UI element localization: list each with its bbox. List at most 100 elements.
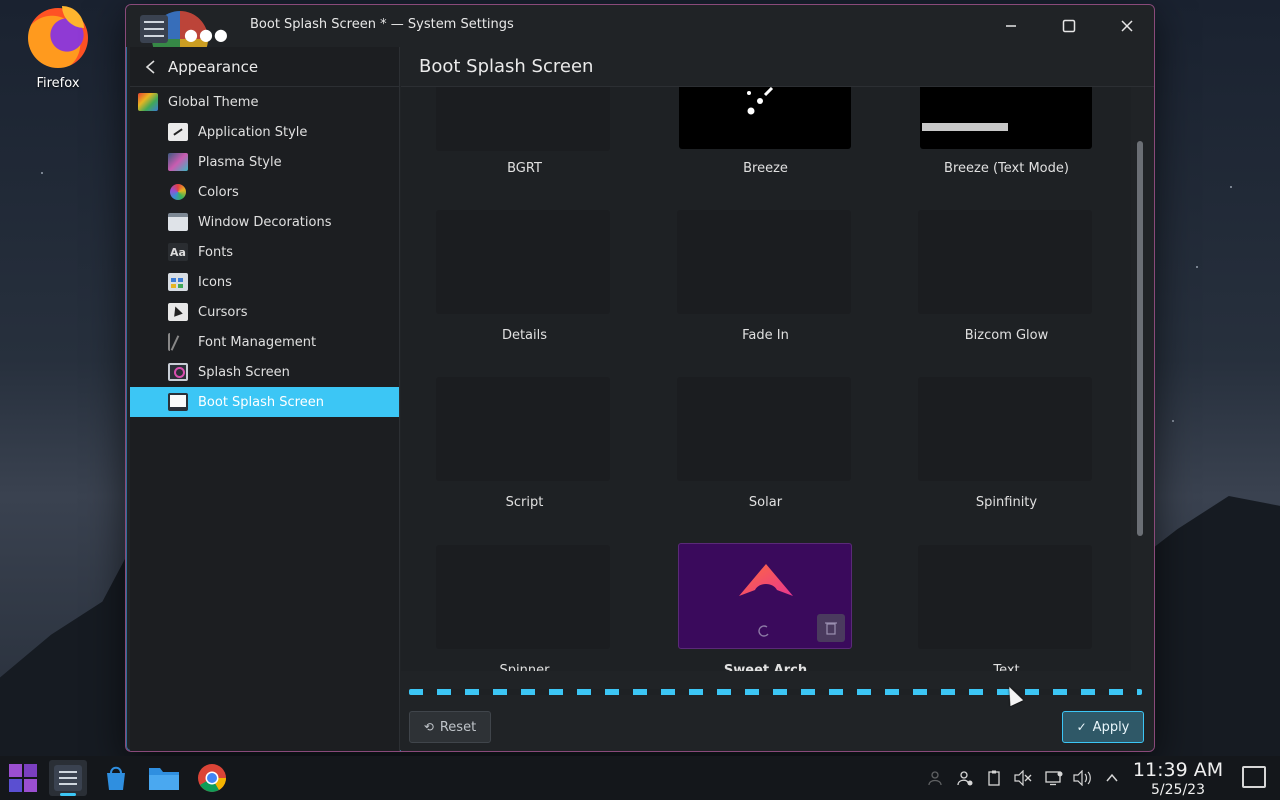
application-style-icon — [168, 123, 188, 141]
sidebar-item-label: Global Theme — [168, 94, 259, 110]
volume-icon[interactable] — [1073, 768, 1093, 788]
sidebar-item-icons[interactable]: Icons — [130, 267, 399, 297]
window-decorations-icon — [168, 213, 188, 231]
colors-icon — [170, 184, 186, 200]
reset-button[interactable]: ⟲ Reset — [409, 711, 491, 743]
page-title: Boot Splash Screen — [419, 56, 594, 77]
font-management-icon — [168, 333, 188, 351]
clipboard-icon[interactable] — [984, 768, 1004, 788]
network-icon[interactable] — [1044, 768, 1064, 788]
arch-logo-icon — [739, 564, 793, 596]
trash-icon — [825, 622, 837, 635]
chrome-icon — [198, 764, 226, 792]
desktop-icon-firefox[interactable]: Firefox — [18, 6, 98, 91]
close-button[interactable] — [1112, 11, 1142, 41]
theme-label: Solar — [748, 495, 783, 510]
sidebar-item-label: Plasma Style — [198, 154, 282, 170]
system-settings-window: ●●● Boot Splash Screen * — System Settin… — [125, 4, 1155, 752]
theme-preview — [918, 377, 1092, 481]
taskbar-system-settings[interactable] — [49, 760, 87, 796]
sidebar-item-fonts[interactable]: Aa Fonts — [130, 237, 399, 267]
digital-clock[interactable]: 11:39 AM 5/25/23 — [1128, 758, 1228, 798]
theme-label: Sweet Arch — [723, 663, 808, 671]
user-icon[interactable] — [925, 768, 945, 788]
maximize-icon — [1062, 19, 1076, 33]
window-title: Boot Splash Screen * — System Settings — [250, 17, 514, 32]
theme-preview — [677, 377, 851, 481]
star — [1196, 266, 1198, 268]
delete-theme-button[interactable] — [817, 614, 845, 642]
theme-label: Details — [501, 328, 548, 343]
sidebar-item-font-management[interactable]: Font Management — [130, 327, 399, 357]
sidebar-item-label: Boot Splash Screen — [198, 394, 324, 410]
sidebar-item-label: Fonts — [198, 244, 234, 260]
app-launcher-icon — [9, 764, 37, 792]
star — [1230, 186, 1232, 188]
back-to-appearance[interactable]: Appearance — [130, 47, 399, 87]
clock-time: 11:39 AM — [1132, 759, 1224, 781]
sidebar-item-splash-screen[interactable]: Splash Screen — [130, 357, 399, 387]
system-settings-app-icon[interactable]: ●●● — [140, 11, 228, 67]
main-panel: Boot Splash Screen BGRT Breeze Breeze (T… — [401, 47, 1154, 751]
scrollbar-thumb[interactable] — [1137, 141, 1143, 536]
theme-preview — [436, 87, 610, 151]
firefox-icon — [28, 6, 88, 68]
theme-preview — [436, 377, 610, 481]
mute-icon[interactable] — [1013, 768, 1033, 788]
app-launcher-button[interactable] — [4, 760, 42, 796]
theme-preview — [918, 545, 1092, 649]
show-desktop-button[interactable] — [1242, 766, 1266, 788]
icons-icon — [168, 273, 188, 291]
sidebar-item-colors[interactable]: Colors — [130, 177, 399, 207]
boot-splash-icon — [168, 393, 188, 411]
desktop-icon-label: Firefox — [36, 76, 80, 91]
theme-label: Breeze (Text Mode) — [944, 161, 1069, 176]
taskbar-chrome[interactable] — [193, 760, 231, 796]
sidebar-item-label: Cursors — [198, 304, 248, 320]
sidebar-item-plasma-style[interactable]: Plasma Style — [130, 147, 399, 177]
theme-label: Spinner — [499, 663, 550, 671]
checkmark-icon: ✓ — [1076, 720, 1087, 734]
plasma-style-icon — [168, 153, 188, 171]
sidebar-item-label: Font Management — [198, 334, 317, 350]
sidebar-item-global-theme[interactable]: Global Theme — [130, 87, 399, 117]
busy-progress-bar — [409, 689, 1142, 695]
theme-preview — [678, 543, 852, 649]
sidebar-item-window-decorations[interactable]: Window Decorations — [130, 207, 399, 237]
apply-button[interactable]: ✓ Apply — [1062, 711, 1144, 743]
sidebar-item-label: Window Decorations — [198, 214, 332, 230]
theme-grid: BGRT Breeze Breeze (Text Mode) Details F… — [401, 87, 1131, 671]
theme-preview — [436, 210, 610, 314]
undo-icon: ⟲ — [423, 720, 434, 734]
maximize-button[interactable] — [1054, 11, 1084, 41]
loading-spinner-icon — [758, 625, 769, 637]
title-bar[interactable]: ●●● Boot Splash Screen * — System Settin… — [126, 5, 1154, 67]
theme-label: Text — [993, 663, 1020, 671]
file-manager-icon — [149, 768, 179, 790]
global-theme-icon — [138, 93, 158, 111]
sidebar-item-label: Colors — [198, 184, 239, 200]
minimize-button[interactable] — [996, 11, 1026, 41]
theme-label: BGRT — [507, 161, 542, 176]
theme-label: Spinfinity — [975, 495, 1038, 510]
theme-preview — [677, 210, 851, 314]
star — [41, 172, 43, 174]
account-icon[interactable] — [955, 768, 975, 788]
cursors-icon — [168, 303, 188, 321]
sidebar-item-application-style[interactable]: Application Style — [130, 117, 399, 147]
vertical-scrollbar[interactable] — [1136, 91, 1144, 671]
page-header: Boot Splash Screen — [401, 47, 1154, 87]
discover-icon — [107, 766, 125, 790]
taskbar-discover[interactable] — [97, 760, 135, 796]
text-mode-bar — [922, 123, 1008, 131]
theme-preview — [679, 87, 851, 149]
taskbar-file-manager[interactable] — [145, 760, 183, 796]
theme-label: Bizcom Glow — [964, 328, 1049, 343]
system-settings-icon — [54, 765, 82, 791]
sidebar-item-boot-splash-screen[interactable]: Boot Splash Screen — [130, 387, 399, 417]
breeze-spinner-graphic — [747, 87, 774, 115]
minimize-icon — [1006, 25, 1016, 27]
expand-tray-icon[interactable] — [1102, 768, 1122, 788]
sidebar-item-cursors[interactable]: Cursors — [130, 297, 399, 327]
clock-date: 5/25/23 — [1151, 782, 1205, 798]
